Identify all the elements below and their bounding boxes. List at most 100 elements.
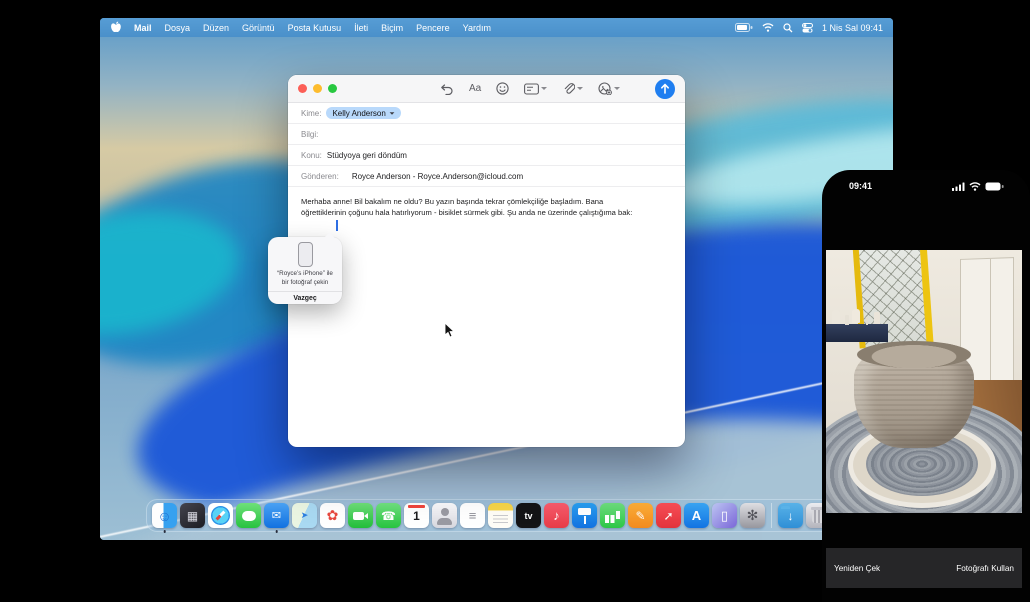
mail-toolbar: Aa bbox=[288, 75, 685, 103]
dock-icon-numbers[interactable] bbox=[600, 503, 625, 528]
dock-icon-reminders[interactable]: ≡ bbox=[460, 503, 485, 528]
close-window-button[interactable] bbox=[298, 84, 307, 93]
menu-bar: Mail Dosya Düzen Görüntü Posta Kutusu İl… bbox=[100, 18, 893, 37]
iphone-clock: 09:41 bbox=[849, 181, 872, 191]
dock-icon-app-store[interactable]: A bbox=[684, 503, 709, 528]
header-fields-icon bbox=[524, 83, 539, 95]
popup-text-line1: “Royce’s iPhone” ile bbox=[268, 270, 342, 279]
menu-item-goruntu[interactable]: Görüntü bbox=[242, 23, 275, 33]
camera-action-bar: Yeniden Çek Fotoğrafı Kullan bbox=[826, 548, 1022, 588]
from-field[interactable]: Gönderen: Royce Anderson - Royce.Anderso… bbox=[288, 166, 685, 187]
subject-field[interactable]: Konu: Stüdyoya geri döndüm bbox=[288, 145, 685, 166]
pages-icon: ✎ bbox=[635, 509, 645, 523]
dock-icon-keynote[interactable] bbox=[572, 503, 597, 528]
camera-photo-preview bbox=[826, 250, 1022, 513]
attachment-menu[interactable] bbox=[562, 82, 583, 95]
continuity-camera-popup: “Royce’s iPhone” ile bir fotoğraf çekin … bbox=[268, 237, 342, 304]
photo-shelf bbox=[826, 324, 888, 342]
dock-icon-mail[interactable]: ✉ bbox=[264, 503, 289, 528]
dock-icon-launchpad[interactable]: ▦ bbox=[180, 503, 205, 528]
format-text-icon[interactable]: Aa bbox=[469, 83, 481, 94]
to-field[interactable]: Kime: Kelly Anderson bbox=[288, 103, 685, 124]
menu-item-pencere[interactable]: Pencere bbox=[416, 23, 450, 33]
recipient-pill[interactable]: Kelly Anderson bbox=[326, 107, 400, 119]
undo-icon[interactable] bbox=[440, 83, 454, 95]
mouse-pointer bbox=[444, 322, 455, 338]
header-fields-menu[interactable] bbox=[524, 83, 547, 95]
wifi-icon bbox=[969, 182, 981, 191]
dock-icon-downloads[interactable]: ↓ bbox=[778, 503, 803, 528]
reminders-icon: ≡ bbox=[469, 508, 477, 523]
screenshot-stage: Mail Dosya Düzen Görüntü Posta Kutusu İl… bbox=[0, 0, 1030, 602]
menu-clock[interactable]: 1 Nis Sal 09:41 bbox=[822, 23, 883, 33]
window-controls bbox=[298, 84, 337, 93]
dock-icon-finder[interactable]: ☺ bbox=[152, 503, 177, 528]
subject-value: Stüdyoya geri döndüm bbox=[327, 151, 407, 160]
dock-icon-maps[interactable]: ➤ bbox=[292, 503, 317, 528]
cc-label: Bilgi: bbox=[301, 130, 318, 139]
chevron-down-icon bbox=[389, 112, 394, 114]
iphone-device: 09:41 bbox=[822, 170, 1030, 602]
chevron-down-icon bbox=[541, 87, 547, 90]
phone-icon: ☎ bbox=[381, 509, 396, 523]
emoji-icon[interactable] bbox=[496, 82, 509, 95]
menu-item-dosya[interactable]: Dosya bbox=[165, 23, 191, 33]
send-button[interactable] bbox=[655, 79, 675, 99]
tv-icon: tv bbox=[524, 511, 532, 521]
maps-icon: ➤ bbox=[301, 510, 309, 521]
search-icon[interactable] bbox=[783, 23, 793, 33]
subject-label: Konu: bbox=[301, 151, 322, 160]
dock-icon-phone[interactable]: ☎ bbox=[376, 503, 401, 528]
dock-icon-music[interactable]: ♪ bbox=[544, 503, 569, 528]
from-label: Gönderen: bbox=[301, 172, 339, 181]
cancel-button[interactable]: Vazgeç bbox=[268, 292, 342, 302]
menu-bar-left: Mail Dosya Düzen Görüntü Posta Kutusu İl… bbox=[110, 21, 491, 34]
zoom-window-button[interactable] bbox=[328, 84, 337, 93]
menu-item-duzen[interactable]: Düzen bbox=[203, 23, 229, 33]
use-photo-button[interactable]: Fotoğrafı Kullan bbox=[956, 564, 1014, 573]
mail-compose-window: Aa bbox=[288, 75, 685, 447]
dock-icon-photos[interactable]: ✿ bbox=[320, 503, 345, 528]
dock-icon-system-settings[interactable]: ✻ bbox=[740, 503, 765, 528]
text-insertion-caret bbox=[336, 220, 338, 231]
iphone-status-icons bbox=[952, 182, 1004, 191]
dock-icon-facetime[interactable] bbox=[348, 503, 373, 528]
mac-screen: Mail Dosya Düzen Görüntü Posta Kutusu İl… bbox=[100, 18, 893, 540]
dock-icon-contacts[interactable] bbox=[432, 503, 457, 528]
popup-text-line2: bir fotoğraf çekin bbox=[268, 279, 342, 288]
to-label: Kime: bbox=[301, 109, 321, 118]
dock-icon-tv[interactable]: tv bbox=[516, 503, 541, 528]
compose-toolbar-icons: Aa bbox=[440, 82, 620, 95]
iphone-status-bar: 09:41 bbox=[822, 181, 1030, 191]
dock-icon-safari[interactable] bbox=[208, 503, 233, 528]
menu-app-name[interactable]: Mail bbox=[134, 23, 152, 33]
dock-icon-calendar[interactable]: 1 bbox=[404, 503, 429, 528]
message-body[interactable]: Merhaba anne! Bil bakalım ne oldu? Bu ya… bbox=[288, 187, 660, 219]
insert-media-menu[interactable] bbox=[598, 82, 620, 95]
dock-icon-pages[interactable]: ✎ bbox=[628, 503, 653, 528]
menu-item-yardim[interactable]: Yardım bbox=[463, 23, 491, 33]
minimize-window-button[interactable] bbox=[313, 84, 322, 93]
control-center-icon[interactable] bbox=[802, 23, 813, 33]
finder-icon: ☺ bbox=[157, 508, 171, 524]
music-icon: ♪ bbox=[553, 508, 560, 523]
dock-icon-iphone-mirroring[interactable]: ▯ bbox=[712, 503, 737, 528]
cc-field[interactable]: Bilgi: bbox=[288, 124, 685, 145]
battery-icon[interactable] bbox=[735, 23, 753, 32]
gear-icon: ✻ bbox=[747, 507, 759, 524]
app-store-icon: A bbox=[692, 508, 701, 523]
menu-item-bicim[interactable]: Biçim bbox=[381, 23, 403, 33]
menu-item-posta-kutusu[interactable]: Posta Kutusu bbox=[288, 23, 342, 33]
photos-icon: ✿ bbox=[327, 507, 339, 524]
dock-icon-messages[interactable] bbox=[236, 503, 261, 528]
photo-clay-bowl bbox=[854, 344, 974, 448]
dock-icon-rocket-app[interactable]: ➚ bbox=[656, 503, 681, 528]
dock-icon-notes[interactable] bbox=[488, 503, 513, 528]
retake-button[interactable]: Yeniden Çek bbox=[834, 564, 880, 573]
rocket-icon: ➚ bbox=[663, 509, 673, 523]
mail-icon: ✉ bbox=[272, 509, 281, 522]
wifi-icon[interactable] bbox=[762, 23, 774, 32]
menu-item-ileti[interactable]: İleti bbox=[354, 23, 368, 33]
apple-menu-icon[interactable] bbox=[110, 21, 121, 34]
iphone-outline-icon bbox=[298, 242, 313, 267]
